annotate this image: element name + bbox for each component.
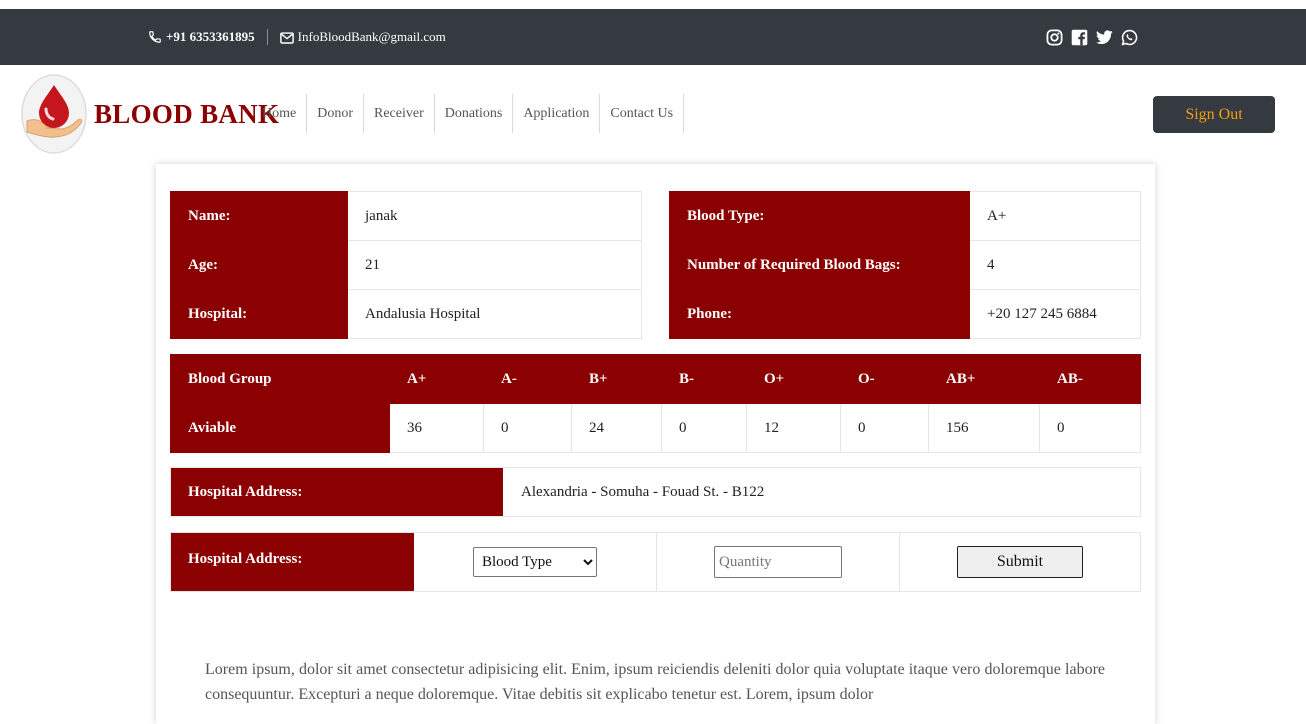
count-a-pos: 36 — [389, 403, 484, 453]
nav-home[interactable]: Home — [258, 94, 308, 133]
hospital-address-label: Hospital Address: — [171, 468, 503, 516]
receiver-info-table: Name: janak Age: 21 Hospital: Andalusia … — [170, 191, 642, 339]
submit-button[interactable]: Submit — [957, 546, 1083, 578]
request-form-label: Hospital Address: — [171, 533, 414, 591]
name-value: janak — [347, 191, 642, 241]
bags-label: Number of Required Blood Bags: — [669, 240, 970, 290]
whatsapp-icon[interactable] — [1121, 29, 1138, 46]
contact-divider — [266, 29, 268, 45]
hospital-address-row: Hospital Address: Alexandria - Somuha - … — [170, 467, 1141, 517]
blood-group-header: Blood Group — [170, 354, 390, 404]
social-links — [1046, 9, 1138, 65]
count-ab-pos: 156 — [928, 403, 1040, 453]
nav-donations[interactable]: Donations — [435, 94, 514, 133]
name-label: Name: — [170, 191, 348, 241]
blood-type-value: A+ — [969, 191, 1141, 241]
facebook-icon[interactable] — [1071, 29, 1088, 46]
brand-name[interactable]: BLOOD BANK — [94, 99, 279, 130]
mail-icon — [279, 29, 298, 45]
instagram-icon[interactable] — [1046, 29, 1063, 46]
phone-label: Phone: — [669, 289, 970, 339]
sign-out-button[interactable]: Sign Out — [1153, 96, 1275, 133]
table-row: Age: 21 — [170, 240, 642, 290]
nav-links: Home Donor Receiver Donations Applicatio… — [258, 94, 685, 133]
count-b-neg: 0 — [661, 403, 747, 453]
nav-receiver[interactable]: Receiver — [364, 94, 435, 133]
age-label: Age: — [170, 240, 348, 290]
count-a-neg: 0 — [483, 403, 572, 453]
count-o-pos: 12 — [746, 403, 841, 453]
group-o-pos-header: O+ — [746, 354, 841, 404]
phone-icon — [148, 29, 166, 45]
bags-value: 4 — [969, 240, 1141, 290]
group-ab-pos-header: AB+ — [928, 354, 1040, 404]
twitter-icon[interactable] — [1096, 29, 1113, 46]
group-b-neg-header: B- — [661, 354, 747, 404]
blood-type-cell: Blood Type — [414, 533, 657, 591]
count-ab-neg: 0 — [1039, 403, 1141, 453]
group-a-neg-header: A- — [483, 354, 572, 404]
top-contact-bar: +91 6353361895 InfoBloodBank@gmail.com — [0, 9, 1306, 65]
table-row: Number of Required Blood Bags: 4 — [669, 240, 1141, 290]
phone-value: +20 127 245 6884 — [969, 289, 1141, 339]
description-text: Lorem ipsum, dolor sit amet consectetur … — [205, 661, 1105, 703]
blood-type-select[interactable]: Blood Type — [473, 547, 597, 577]
table-row: Hospital: Andalusia Hospital — [170, 289, 642, 339]
hospital-value: Andalusia Hospital — [347, 289, 642, 339]
count-o-neg: 0 — [840, 403, 929, 453]
nav-donor[interactable]: Donor — [307, 94, 364, 133]
blood-availability-table: Blood Group A+ A- B+ B- O+ O- AB+ AB- Av… — [170, 354, 1141, 453]
table-row: Name: janak — [170, 191, 642, 241]
request-info-table: Blood Type: A+ Number of Required Blood … — [669, 191, 1141, 339]
table-row: Phone: +20 127 245 6884 — [669, 289, 1141, 339]
table-row: Aviable 36 0 24 0 12 0 156 0 — [170, 403, 1141, 453]
nav-contact-us[interactable]: Contact Us — [600, 94, 685, 133]
quantity-cell — [657, 533, 900, 591]
phone-number: +91 6353361895 — [166, 29, 255, 44]
nav-application[interactable]: Application — [513, 94, 601, 133]
contact-info: +91 6353361895 InfoBloodBank@gmail.com — [148, 9, 446, 65]
main-navbar: BLOOD BANK Home Donor Receiver Donations… — [0, 65, 1306, 162]
blood-request-form: Hospital Address: Blood Type Submit — [170, 532, 1141, 592]
group-b-pos-header: B+ — [571, 354, 662, 404]
hospital-label: Hospital: — [170, 289, 348, 339]
quantity-input[interactable] — [714, 546, 842, 578]
group-a-pos-header: A+ — [389, 354, 484, 404]
hospital-address-value: Alexandria - Somuha - Fouad St. - B122 — [521, 483, 765, 500]
submit-cell: Submit — [900, 533, 1140, 591]
table-row: Blood Group A+ A- B+ B- O+ O- AB+ AB- — [170, 354, 1141, 404]
group-o-neg-header: O- — [840, 354, 929, 404]
age-value: 21 — [347, 240, 642, 290]
table-row: Blood Type: A+ — [669, 191, 1141, 241]
available-row-label: Aviable — [170, 403, 390, 453]
email-address: InfoBloodBank@gmail.com — [297, 29, 446, 44]
group-ab-neg-header: AB- — [1039, 354, 1141, 404]
blood-type-label: Blood Type: — [669, 191, 970, 241]
receiver-card: Name: janak Age: 21 Hospital: Andalusia … — [156, 164, 1155, 724]
count-b-pos: 24 — [571, 403, 662, 453]
blood-drop-logo-icon[interactable] — [21, 73, 87, 155]
